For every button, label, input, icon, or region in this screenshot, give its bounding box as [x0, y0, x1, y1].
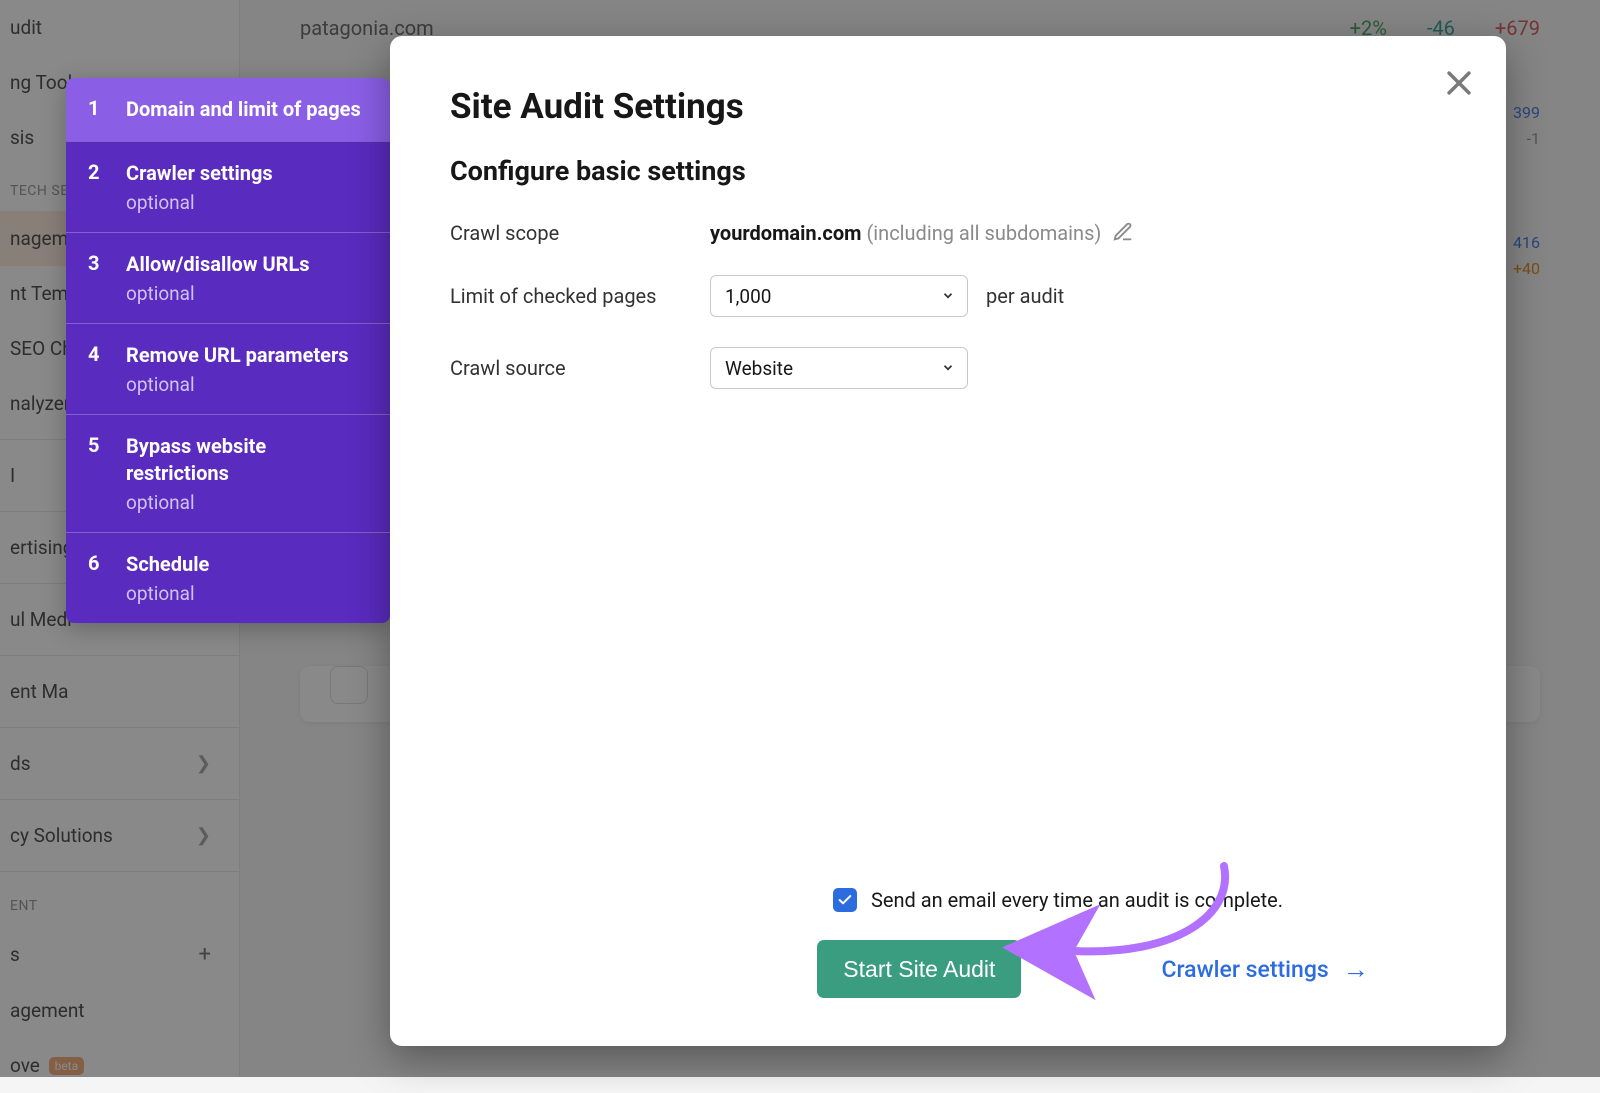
start-site-audit-button[interactable]: Start Site Audit: [817, 940, 1021, 998]
crawl-scope-label: Crawl scope: [450, 221, 710, 245]
crawl-scope-row: Crawl scope yourdomain.com (including al…: [450, 221, 1446, 245]
crawl-scope-domain: yourdomain.com: [710, 221, 861, 245]
source-value: Website: [725, 357, 793, 380]
site-audit-settings-modal: Site Audit Settings Configure basic sett…: [390, 36, 1506, 1046]
link-label: Crawler settings: [1161, 956, 1328, 983]
limit-row: Limit of checked pages 1,000 per audit: [450, 275, 1446, 317]
step-title: Crawler settings: [126, 160, 370, 187]
step-title: Allow/disallow URLs: [126, 251, 370, 278]
step-optional-label: optional: [126, 373, 370, 396]
step-number: 1: [88, 96, 104, 123]
crawl-scope-value: yourdomain.com (including all subdomains…: [710, 221, 1134, 245]
step-title: Domain and limit of pages: [126, 96, 370, 123]
wizard-steps: 1 Domain and limit of pages 2 Crawler se…: [66, 78, 390, 623]
step-number: 2: [88, 160, 104, 214]
wizard-step-6[interactable]: 6 Schedule optional: [66, 532, 390, 623]
email-notify-label: Send an email every time an audit is com…: [871, 888, 1283, 912]
step-optional-label: optional: [126, 582, 370, 605]
step-title: Bypass website restrictions: [126, 433, 370, 487]
chevron-down-icon: [941, 357, 955, 380]
wizard-step-2[interactable]: 2 Crawler settings optional: [66, 141, 390, 232]
wizard-step-3[interactable]: 3 Allow/disallow URLs optional: [66, 232, 390, 323]
button-row: Start Site Audit Crawler settings →: [817, 940, 1368, 998]
edit-icon[interactable]: [1112, 221, 1134, 243]
crawl-scope-suffix: (including all subdomains): [866, 221, 1101, 245]
step-number: 3: [88, 251, 104, 305]
limit-value: 1,000: [725, 285, 771, 308]
step-optional-label: optional: [126, 191, 370, 214]
step-number: 5: [88, 433, 104, 514]
step-number: 4: [88, 342, 104, 396]
modal-subtitle: Configure basic settings: [450, 155, 1446, 187]
arrow-right-icon: →: [1343, 954, 1369, 985]
limit-select[interactable]: 1,000: [710, 275, 968, 317]
wizard-step-5[interactable]: 5 Bypass website restrictions optional: [66, 414, 390, 532]
source-label: Crawl source: [450, 356, 710, 380]
step-optional-label: optional: [126, 491, 370, 514]
step-number: 6: [88, 551, 104, 605]
step-title: Schedule: [126, 551, 370, 578]
limit-suffix: per audit: [986, 284, 1064, 308]
email-notify-row[interactable]: Send an email every time an audit is com…: [833, 888, 1283, 912]
limit-label: Limit of checked pages: [450, 284, 710, 308]
checkbox-icon[interactable]: [833, 888, 857, 912]
chevron-down-icon: [941, 285, 955, 308]
wizard-step-4[interactable]: 4 Remove URL parameters optional: [66, 323, 390, 414]
close-icon[interactable]: [1442, 66, 1476, 100]
source-row: Crawl source Website: [450, 347, 1446, 389]
step-title: Remove URL parameters: [126, 342, 370, 369]
modal-title: Site Audit Settings: [450, 86, 1446, 127]
modal-footer: Send an email every time an audit is com…: [450, 888, 1446, 998]
wizard-step-1[interactable]: 1 Domain and limit of pages: [66, 78, 390, 141]
source-select[interactable]: Website: [710, 347, 968, 389]
step-optional-label: optional: [126, 282, 370, 305]
crawler-settings-link[interactable]: Crawler settings →: [1161, 954, 1368, 985]
